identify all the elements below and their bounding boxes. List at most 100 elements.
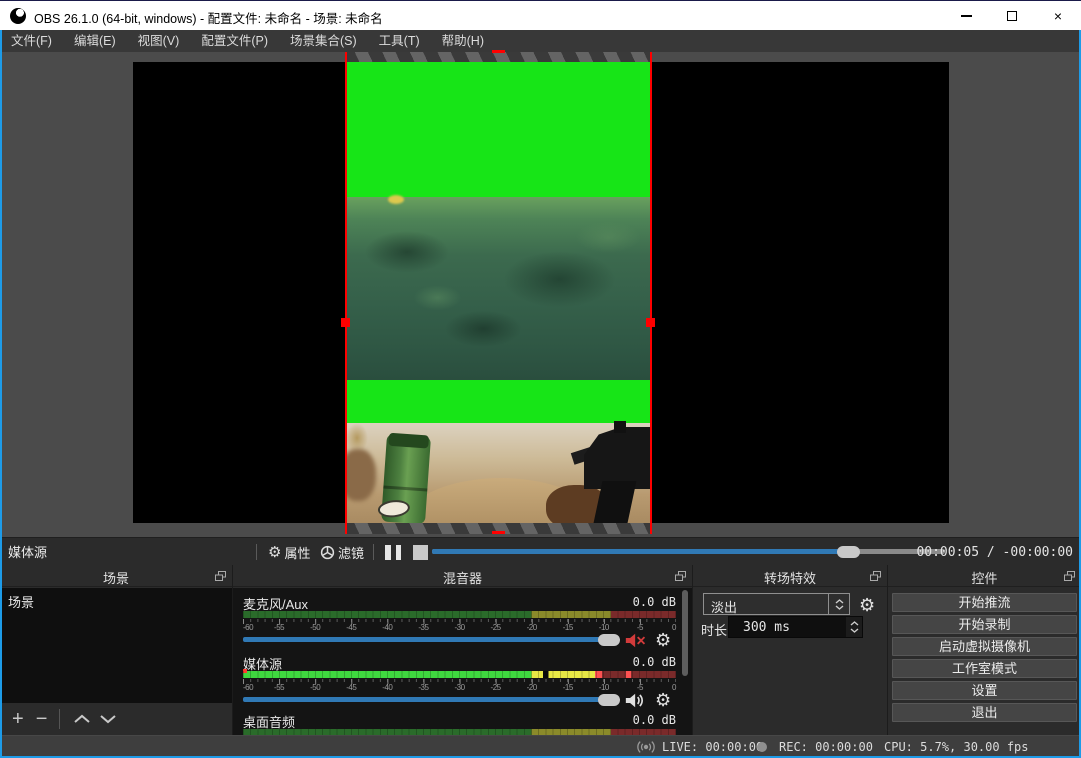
scene-list[interactable]: 场景: [0, 588, 232, 703]
green-bottle: [381, 434, 431, 523]
separator: [59, 709, 60, 729]
rec-timer: REC: 00:00:00: [779, 740, 873, 754]
meter-tick-label: -15: [563, 623, 573, 632]
meter-tick-label: -55: [274, 683, 284, 692]
transition-select[interactable]: 淡出: [703, 593, 850, 615]
pause-button[interactable]: [385, 545, 401, 560]
volume-slider-handle[interactable]: [598, 694, 620, 706]
transitions-title: 转场特效: [693, 568, 887, 587]
channel-volume-db: 0.0 dB: [633, 713, 676, 727]
close-button[interactable]: ×: [1035, 1, 1081, 31]
meter-tick-label: -25: [491, 683, 501, 692]
duration-spinbox[interactable]: 300 ms: [728, 616, 863, 638]
start-recording-button[interactable]: 开始录制: [892, 615, 1077, 634]
controls-header[interactable]: 控件: [888, 565, 1081, 587]
menu-edit[interactable]: 编辑(E): [63, 30, 127, 52]
scenes-panel: 场景 场景 + −: [0, 565, 232, 735]
menu-view[interactable]: 视图(V): [127, 30, 191, 52]
volume-meter: [243, 611, 676, 618]
live-timer: LIVE: 00:00:00: [662, 740, 763, 754]
minimize-button[interactable]: [943, 1, 989, 31]
menu-file[interactable]: 文件(F): [0, 30, 63, 52]
meter-tick-label: -35: [418, 683, 428, 692]
combo-arrows[interactable]: [828, 594, 849, 614]
start-streaming-button[interactable]: 开始推流: [892, 593, 1077, 612]
greenscreen-top: [346, 62, 651, 197]
popout-icon[interactable]: [674, 570, 687, 583]
menu-tools[interactable]: 工具(T): [368, 30, 431, 52]
scenes-toolbar: + −: [0, 703, 232, 735]
mixer-body: 麦克风/Aux 0.0 dB -60-55-50-45-40-35-30-25-…: [233, 588, 692, 735]
start-virtual-camera-button[interactable]: 启动虚拟摄像机: [892, 637, 1077, 656]
scene-list-item[interactable]: 场景: [8, 592, 34, 611]
volume-slider[interactable]: [243, 697, 618, 702]
mixer-channel-media: 媒体源 0.0 dB -60-55-50-45-40-35-30-25-20-1…: [233, 654, 692, 714]
stop-button[interactable]: [413, 545, 428, 560]
preview-area[interactable]: [0, 52, 1081, 537]
selection-border-right[interactable]: [650, 52, 652, 534]
filters-button[interactable]: 滤镜: [320, 542, 364, 562]
channel-settings-gear-icon[interactable]: ⚙: [655, 631, 671, 649]
resize-handle-bottom[interactable]: [492, 531, 505, 534]
mute-icon[interactable]: [625, 632, 647, 649]
scenes-title: 场景: [0, 568, 232, 587]
speaker-icon[interactable]: [625, 692, 647, 709]
popout-icon[interactable]: [1063, 570, 1076, 583]
popout-icon[interactable]: [869, 570, 882, 583]
chevron-down-icon: [850, 628, 859, 633]
channel-settings-gear-icon[interactable]: ⚙: [655, 691, 671, 709]
scenes-body: 场景 + −: [0, 588, 232, 735]
maximize-button[interactable]: [989, 1, 1035, 31]
meter-tick-label: -50: [310, 623, 320, 632]
gun-grip: [594, 481, 637, 523]
mixer-panel: 混音器 麦克风/Aux 0.0 dB -60-55-50-45-40-35-30…: [233, 565, 692, 735]
meter-tick-label: 0: [672, 683, 676, 692]
menu-help[interactable]: 帮助(H): [431, 30, 495, 52]
move-scene-up-button[interactable]: [74, 714, 90, 724]
meter-tick-label: -45: [346, 623, 356, 632]
resize-handle-left[interactable]: [341, 318, 350, 327]
exit-button[interactable]: 退出: [892, 703, 1077, 722]
transition-selected-value: 淡出: [711, 597, 737, 616]
gun-knob: [614, 421, 626, 433]
studio-mode-button[interactable]: 工作室模式: [892, 659, 1077, 678]
controls-panel: 控件 开始推流 开始录制 启动虚拟摄像机 工作室模式 设置 退出: [888, 565, 1081, 735]
seek-slider[interactable]: [432, 549, 945, 554]
selection-border-left[interactable]: [345, 52, 347, 534]
resize-handle-right[interactable]: [646, 318, 655, 327]
mixer-scrollbar[interactable]: [682, 590, 688, 676]
meter-tick-label: -10: [599, 623, 609, 632]
meter-tick-label: -40: [382, 683, 392, 692]
volume-slider-handle[interactable]: [598, 634, 620, 646]
greenscreen-mid: [346, 380, 651, 423]
shadow: [346, 449, 376, 501]
media-source-video[interactable]: [346, 62, 651, 523]
scenes-header[interactable]: 场景: [0, 565, 232, 587]
menu-scene-collection[interactable]: 场景集合(S): [279, 30, 368, 52]
add-scene-button[interactable]: +: [12, 709, 24, 729]
transitions-header[interactable]: 转场特效: [693, 565, 887, 587]
seek-fill: [432, 549, 848, 554]
seek-handle[interactable]: [837, 546, 860, 558]
remove-scene-button[interactable]: −: [36, 709, 48, 729]
selected-source-label: 媒体源: [8, 542, 47, 561]
menu-profile[interactable]: 配置文件(P): [190, 30, 279, 52]
water-footage: [346, 197, 651, 380]
volume-slider[interactable]: [243, 637, 618, 642]
title-bar: OBS 26.1.0 (64-bit, windows) - 配置文件: 未命名…: [0, 0, 1081, 30]
spin-arrows[interactable]: [846, 617, 862, 637]
move-scene-down-button[interactable]: [100, 714, 116, 724]
mixer-header[interactable]: 混音器: [233, 565, 692, 587]
popout-icon[interactable]: [214, 570, 227, 583]
meter-tick-label: -35: [418, 623, 428, 632]
properties-button[interactable]: ⚙ 属性: [268, 542, 310, 562]
mixer-channel-desktop: 桌面音频 0.0 dB: [233, 712, 692, 735]
window-border-left: [0, 30, 2, 758]
resize-handle-top[interactable]: [492, 50, 505, 53]
window-title: OBS 26.1.0 (64-bit, windows) - 配置文件: 未命名…: [34, 8, 383, 27]
settings-button[interactable]: 设置: [892, 681, 1077, 700]
meter-scale: -60-55-50-45-40-35-30-25-20-15-10-50: [243, 623, 676, 632]
transition-settings-gear-icon[interactable]: ⚙: [859, 596, 875, 614]
gun-body: [584, 427, 651, 489]
meter-tick-label: -20: [527, 623, 537, 632]
